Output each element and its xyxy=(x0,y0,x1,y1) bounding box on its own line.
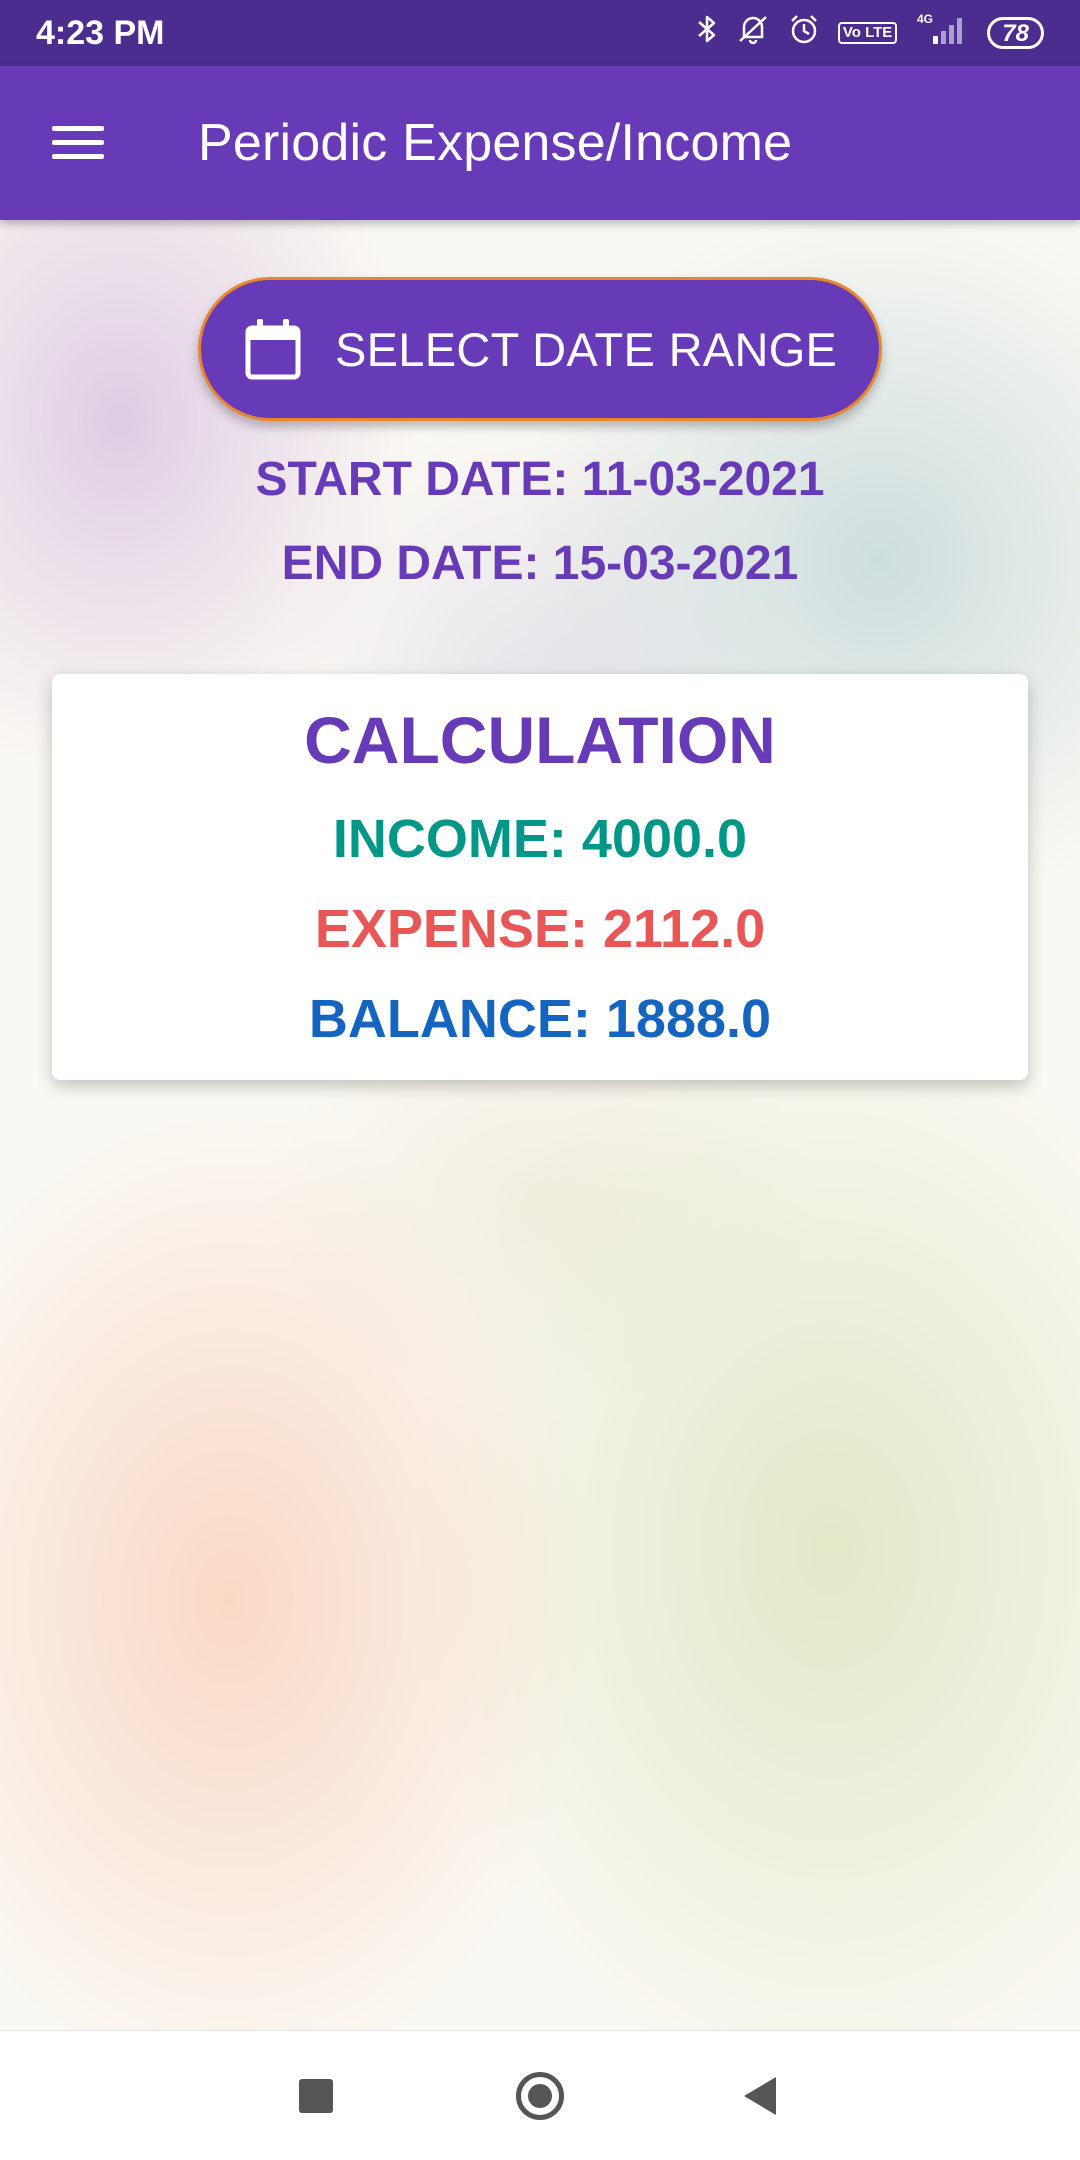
calculation-title: CALCULATION xyxy=(304,703,776,777)
signal-icon: 4G xyxy=(915,12,969,54)
back-icon[interactable] xyxy=(744,2077,776,2115)
select-date-range-label: SELECT DATE RANGE xyxy=(335,322,838,376)
status-time: 4:23 PM xyxy=(36,13,165,52)
bluetooth-icon xyxy=(696,13,718,53)
app-bar: Periodic Expense/Income xyxy=(0,66,1080,220)
calendar-icon xyxy=(245,319,301,380)
select-date-range-button[interactable]: SELECT DATE RANGE xyxy=(198,277,882,421)
battery-indicator: 78 xyxy=(987,17,1044,49)
expense-text: EXPENSE: 2112.0 xyxy=(314,899,766,959)
menu-icon[interactable] xyxy=(52,124,104,162)
balance-text: BALANCE: 1888.0 xyxy=(308,989,772,1049)
recents-icon[interactable] xyxy=(299,2079,333,2113)
calculation-card: CALCULATION INCOME: 4000.0 EXPENSE: 2112… xyxy=(52,674,1028,1080)
system-navigation-bar xyxy=(0,2030,1080,2160)
home-icon[interactable] xyxy=(516,2072,564,2120)
status-icons: Vo LTE 4G 78 xyxy=(696,12,1044,54)
silent-icon xyxy=(736,13,770,53)
alarm-icon xyxy=(788,13,820,53)
svg-text:4G: 4G xyxy=(917,12,933,26)
status-bar: 4:23 PM Vo LTE 4G 78 xyxy=(0,0,1080,66)
end-date-text: END DATE: 15-03-2021 xyxy=(281,537,799,590)
start-date-text: START DATE: 11-03-2021 xyxy=(255,453,825,506)
income-text: INCOME: 4000.0 xyxy=(332,809,748,869)
volte-badge: Vo LTE xyxy=(837,22,898,44)
page-title: Periodic Expense/Income xyxy=(198,114,793,172)
